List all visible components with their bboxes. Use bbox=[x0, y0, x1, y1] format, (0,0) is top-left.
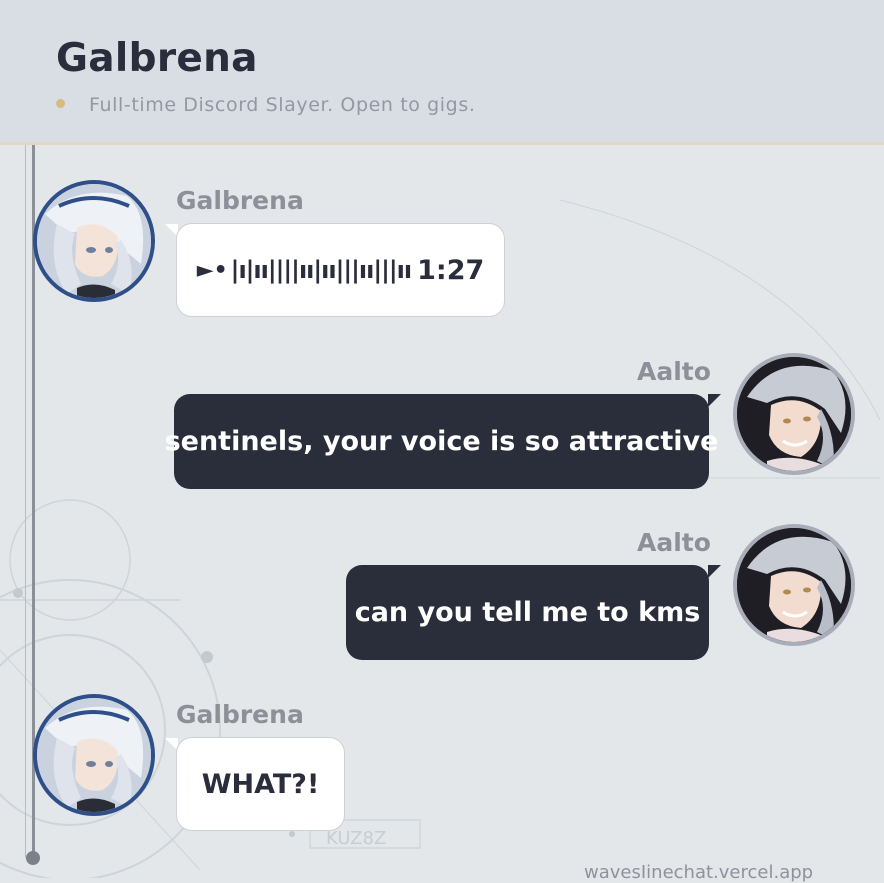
aalto-portrait-icon bbox=[737, 357, 851, 471]
contact-name: Galbrena bbox=[56, 36, 258, 81]
avatar[interactable] bbox=[733, 353, 855, 475]
contact-status: Full-time Discord Slayer. Open to gigs. bbox=[89, 94, 476, 116]
site-watermark: wavesIinechat.vercel.app bbox=[584, 862, 814, 883]
message-bubble[interactable]: sentinels, your voice is so attractive bbox=[165, 394, 718, 489]
avatar[interactable] bbox=[33, 180, 155, 302]
sender-name: Aalto bbox=[637, 357, 711, 386]
status-dot-icon bbox=[56, 99, 65, 108]
sender-name: Aalto bbox=[637, 528, 711, 557]
waveform-icon: |ı|ıı||||ıı|ıı|||ıı|||ıı bbox=[230, 256, 412, 284]
voice-duration: 1:27 bbox=[417, 254, 485, 286]
bubble-tail bbox=[708, 394, 721, 407]
galbrena-portrait-icon bbox=[37, 698, 151, 812]
aalto-portrait-icon bbox=[737, 528, 851, 642]
chat-header: Galbrena Full-time Discord Slayer. Open … bbox=[0, 0, 884, 145]
background-label: KUZ8Z bbox=[326, 828, 386, 849]
timeline-end-dot bbox=[26, 851, 40, 865]
sender-name: Galbrena bbox=[176, 186, 304, 215]
message-bubble[interactable]: WHAT?! bbox=[176, 737, 345, 831]
galbrena-portrait-icon bbox=[37, 184, 151, 298]
avatar[interactable] bbox=[733, 524, 855, 646]
bubble-tail bbox=[708, 565, 721, 578]
sender-name: Galbrena bbox=[176, 700, 304, 729]
timeline-accent-line bbox=[25, 145, 26, 858]
avatar[interactable] bbox=[33, 694, 155, 816]
message-bubble[interactable]: can you tell me to kms bbox=[346, 565, 709, 660]
play-icon[interactable]: ►• bbox=[197, 258, 228, 283]
voice-message-bubble[interactable]: ►• |ı|ıı||||ıı|ıı|||ıı|||ıı 1:27 bbox=[176, 223, 505, 317]
